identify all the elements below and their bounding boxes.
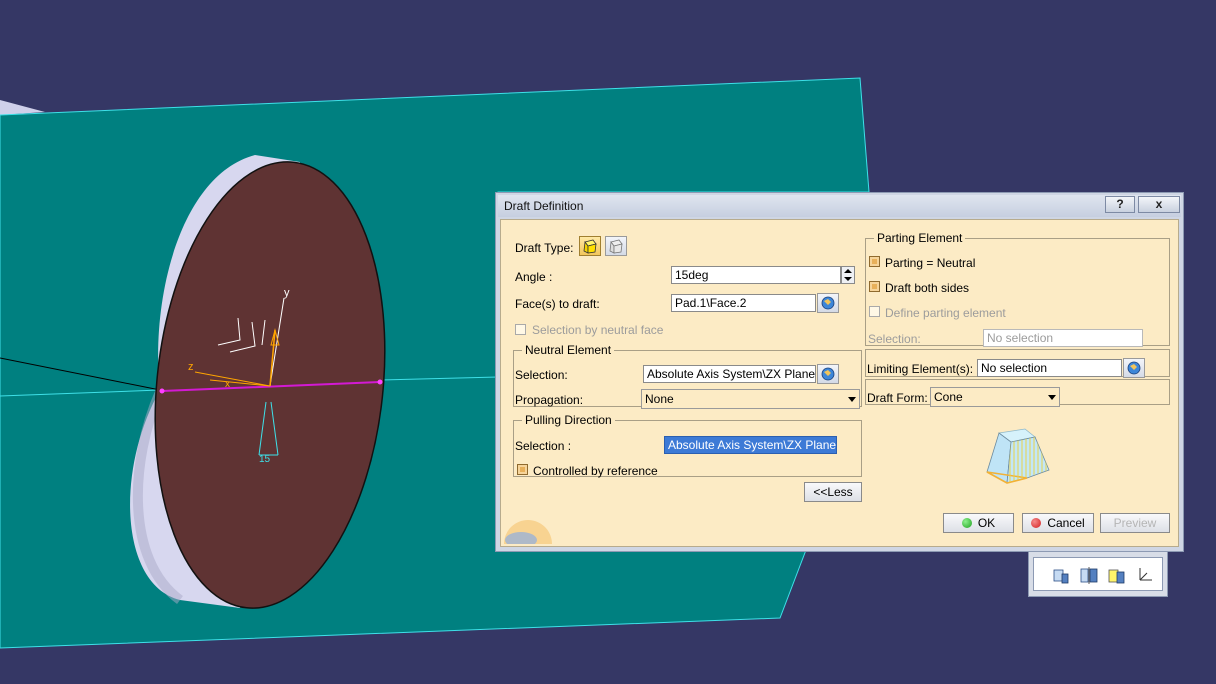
chevron-down-icon[interactable] <box>1048 395 1056 400</box>
neutral-selection-label: Selection: <box>515 368 568 382</box>
dialog-title-bar[interactable]: Draft Definition ? x <box>498 195 1181 217</box>
draft-icon[interactable] <box>1050 564 1072 586</box>
basic-draft-icon <box>583 239 597 254</box>
catia-logo-icon <box>504 520 552 544</box>
limiting-selection-button[interactable] <box>1123 358 1145 378</box>
selection-globe-icon <box>821 367 835 381</box>
neutral-selection-input[interactable]: Absolute Axis System\ZX Plane <box>643 365 816 383</box>
draft-both-sides-checkbox[interactable] <box>869 281 880 292</box>
ok-icon <box>961 518 972 528</box>
parting-element-title: Parting Element <box>874 231 966 245</box>
draft-preview-image <box>986 428 1050 484</box>
preview-button[interactable]: Preview <box>1100 513 1170 533</box>
selection-globe-icon <box>821 296 835 310</box>
faces-to-draft-label: Face(s) to draft: <box>515 297 600 311</box>
ok-button[interactable]: OK <box>943 513 1014 533</box>
ok-label: OK <box>977 516 996 530</box>
parting-selection-input[interactable]: No selection <box>983 329 1143 347</box>
faces-to-draft-input[interactable]: Pad.1\Face.2 <box>671 294 816 312</box>
axis-x-label: x <box>225 379 230 390</box>
draft-toolbar <box>1028 551 1168 597</box>
cancel-icon <box>1031 518 1042 528</box>
cancel-label: Cancel <box>1047 516 1085 530</box>
dialog-title: Draft Definition <box>504 199 584 213</box>
draft-type-label: Draft Type: <box>515 241 574 255</box>
propagation-label: Propagation: <box>515 393 584 407</box>
selection-globe-icon <box>1127 361 1141 375</box>
parting-neutral-label: Parting = Neutral <box>885 256 976 270</box>
close-button[interactable]: x <box>1138 196 1180 213</box>
angle-label: Angle : <box>515 270 553 284</box>
pulling-direction-title: Pulling Direction <box>522 413 615 427</box>
angle-spinner[interactable] <box>841 266 855 284</box>
parting-neutral-checkbox[interactable] <box>869 256 880 267</box>
define-parting-element-label: Define parting element <box>885 306 1006 320</box>
draft-reflect-icon[interactable] <box>1078 564 1100 586</box>
chevron-down-icon[interactable] <box>848 397 856 402</box>
dialog-body: Draft Type: Angle : 15deg Face(s) to dra… <box>500 219 1179 547</box>
neutral-selection-button[interactable] <box>817 364 839 384</box>
define-parting-element-checkbox[interactable] <box>869 306 880 317</box>
selection-by-neutral-face-checkbox[interactable] <box>515 324 526 335</box>
pulling-selection-label: Selection : <box>515 439 572 453</box>
draft-definition-dialog: Draft Definition ? x Draft Type: Angle :… <box>495 192 1184 552</box>
spin-up-icon[interactable] <box>844 269 852 273</box>
axis-y-label: y <box>284 287 290 299</box>
angle-input[interactable]: 15deg <box>671 266 841 284</box>
less-button[interactable]: <<Less <box>804 482 862 502</box>
draft-type-basic-button[interactable] <box>579 236 601 256</box>
draft-form-dropdown[interactable]: Cone <box>930 387 1060 407</box>
limiting-elements-input[interactable]: No selection <box>977 359 1122 377</box>
controlled-by-reference-checkbox[interactable] <box>517 464 528 475</box>
axis-z-label: z <box>188 361 194 373</box>
draft-type-variable-button[interactable] <box>605 236 627 256</box>
pulling-selection-input[interactable]: Absolute Axis System\ZX Plane <box>664 436 837 454</box>
propagation-value: None <box>645 392 674 406</box>
help-button[interactable]: ? <box>1105 196 1135 213</box>
neutral-element-title: Neutral Element <box>522 343 615 357</box>
neutral-point-right <box>377 379 383 385</box>
draft-form-value: Cone <box>934 390 963 404</box>
variable-draft-icon[interactable] <box>1106 564 1128 586</box>
spin-down-icon[interactable] <box>844 277 852 281</box>
parting-selection-label: Selection: <box>868 332 921 346</box>
propagation-dropdown[interactable]: None <box>641 389 860 409</box>
selection-by-neutral-face-label: Selection by neutral face <box>532 323 664 337</box>
cancel-button[interactable]: Cancel <box>1022 513 1094 533</box>
controlled-by-reference-label: Controlled by reference <box>533 464 658 478</box>
angle-annotation: 15 <box>259 454 271 465</box>
draft-both-sides-label: Draft both sides <box>885 281 970 295</box>
draft-form-label: Draft Form: <box>867 391 928 405</box>
axis-system-icon[interactable] <box>1134 564 1156 586</box>
limiting-elements-label: Limiting Element(s): <box>867 362 974 376</box>
variable-draft-icon <box>609 239 623 254</box>
faces-selection-button[interactable] <box>817 293 839 313</box>
neutral-point-left <box>159 388 165 394</box>
draft-toolbar-body <box>1033 557 1163 591</box>
